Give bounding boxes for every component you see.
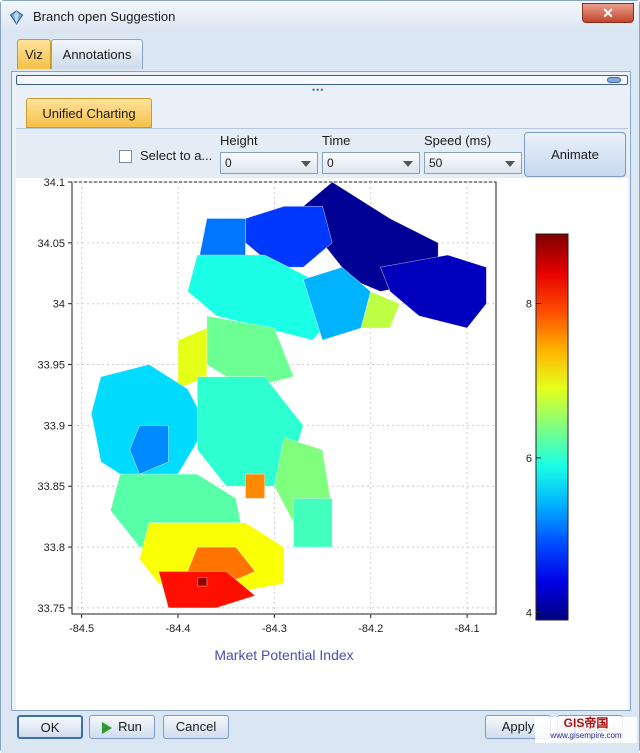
x-tick-label: -84.2 bbox=[358, 623, 383, 635]
y-tick-label: 34.05 bbox=[37, 238, 65, 250]
colorbar-tick-label: 6 bbox=[526, 453, 532, 465]
x-tick-label: -84.3 bbox=[262, 623, 287, 635]
select-checkbox[interactable] bbox=[119, 150, 132, 163]
run-button[interactable]: Run bbox=[89, 715, 155, 739]
window-title: Branch open Suggestion bbox=[33, 9, 176, 24]
viz-panel: ••• Unified Charting Select to a... Heig… bbox=[11, 71, 631, 711]
colorbar-tick-label: 8 bbox=[526, 298, 532, 310]
y-tick-label: 33.8 bbox=[44, 542, 65, 554]
y-tick-label: 33.75 bbox=[37, 603, 65, 615]
height-label: Height bbox=[220, 133, 258, 148]
x-tick-label: -84.1 bbox=[455, 623, 480, 635]
time-label: Time bbox=[322, 133, 351, 148]
y-tick-label: 34.1 bbox=[44, 178, 65, 189]
region-center-orange bbox=[245, 473, 265, 499]
watermark-logo: GIS帝国 www.gisempire.com bbox=[535, 717, 637, 743]
speed-value: 50 bbox=[429, 156, 443, 170]
select-checkbox-label: Select to a... bbox=[140, 148, 213, 163]
y-tick-label: 33.85 bbox=[37, 481, 65, 493]
app-icon bbox=[9, 10, 24, 25]
animate-button[interactable]: Animate bbox=[524, 132, 626, 177]
title-bar[interactable]: Branch open Suggestion ✕ bbox=[1, 1, 639, 33]
y-tick-label: 33.9 bbox=[44, 420, 65, 432]
x-tick-label: -84.5 bbox=[69, 623, 94, 635]
time-value: 0 bbox=[327, 156, 334, 170]
splitter-grip-icon[interactable]: ••• bbox=[312, 85, 324, 95]
strip-toggle-icon[interactable] bbox=[607, 77, 621, 83]
x-axis-label: Market Potential Index bbox=[214, 647, 353, 663]
speed-select[interactable]: 50 bbox=[424, 152, 522, 174]
height-value: 0 bbox=[225, 156, 232, 170]
tab-unified-charting[interactable]: Unified Charting bbox=[26, 98, 152, 128]
tab-viz[interactable]: Viz bbox=[17, 39, 51, 69]
dialog-window: Branch open Suggestion ✕ Viz Annotations… bbox=[0, 0, 640, 753]
chevron-down-icon bbox=[505, 161, 515, 167]
tab-annotations[interactable]: Annotations bbox=[51, 39, 143, 69]
chart-area: -84.5 -84.4 -84.3 -84.2 -84.1 34.1 34.05 34 33.9… bbox=[16, 178, 628, 710]
play-icon bbox=[102, 721, 113, 734]
height-select[interactable]: 0 bbox=[220, 152, 318, 174]
cancel-button[interactable]: Cancel bbox=[163, 715, 229, 739]
collapse-strip[interactable] bbox=[16, 75, 628, 85]
ok-button[interactable]: OK bbox=[17, 715, 83, 739]
colorbar bbox=[535, 233, 569, 621]
region-south-dark bbox=[197, 577, 208, 587]
x-tick-label: -84.4 bbox=[165, 623, 190, 635]
chevron-down-icon bbox=[403, 161, 413, 167]
y-tick-label: 33.95 bbox=[37, 360, 65, 372]
y-tick-label: 34 bbox=[53, 299, 65, 311]
time-select[interactable]: 0 bbox=[322, 152, 420, 174]
heatmap-chart: -84.5 -84.4 -84.3 -84.2 -84.1 34.1 34.05 34 33.9… bbox=[37, 178, 569, 663]
region-se-green bbox=[293, 498, 333, 548]
colorbar-tick-label: 4 bbox=[526, 607, 532, 619]
speed-label: Speed (ms) bbox=[424, 133, 492, 148]
chevron-down-icon bbox=[301, 161, 311, 167]
main-tabbar: Viz Annotations bbox=[11, 35, 631, 71]
animation-controls: Select to a... Height 0 Time 0 Speed (ms… bbox=[16, 128, 628, 178]
close-icon[interactable]: ✕ bbox=[582, 3, 634, 23]
